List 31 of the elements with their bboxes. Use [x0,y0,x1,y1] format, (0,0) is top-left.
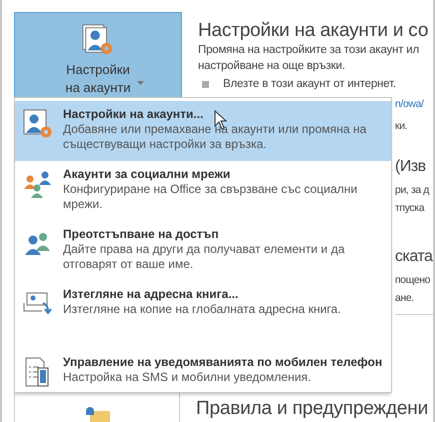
description-text: Промяна на настройките за този акаунт ил [198,43,420,58]
section-heading: Правила и предупреждени [195,398,428,421]
description-text: ри, за д [395,183,430,198]
menu-item-title: Управление на уведомяванията по мобилен телефон [63,355,382,370]
menu-item-title: Настройки на акаунти... [63,107,204,122]
menu-item[interactable]: Преотстъпване на достъп Дайте права на други да получават елементи и да отговарят от ваше име. [15,221,391,281]
menu-item-description: Настройка на SMS и мобилни уведомления. [63,370,311,385]
menu-item-description: Дайте права на други да получават елементи и да отговарят от ваше име. [63,242,346,272]
section-heading: Настройки на акаунти и со [198,20,430,42]
description-text: ки. [395,119,408,134]
caret-icon [137,81,144,85]
bullet-text: Влезте в този акаунт от интернет. [223,77,396,92]
section-heading: ската [395,247,433,267]
menu-item-title: Преотстъпване на достъп [63,227,219,242]
description-text: настройване на още връзки. [198,59,346,74]
account-settings-button[interactable]: Настройки на акаунти [14,12,182,98]
section-heading: (Изв [395,157,427,177]
menu-item-title: Акаунти за социални мрежи [63,167,230,182]
description-text: ане. [395,291,415,306]
link-text[interactable]: n/owa/ [395,96,433,112]
people-group-icon [23,169,53,199]
menu-item[interactable]: Изтегляне на адресна книга... Изтегляне на копие на глобалната адресна книга. [15,281,391,341]
account-gear-icon [23,109,53,139]
menu-item[interactable]: Акаунти за социални мрежи Конфигуриране на Office за свързване със социални мрежи. [15,161,391,221]
menu-item-description: Конфигуриране на Office за свързване със социални мрежи. [63,182,358,212]
menu-item[interactable]: Управление на уведомяванията по мобилен телефон Настройка на SMS и мобилни уведомления. [15,349,391,396]
menu-item-title: Изтегляне на адресна книга... [63,287,238,302]
bullet-icon [202,80,209,88]
description-text: тпуска [395,201,426,216]
description-text: пощено [395,273,432,288]
menu-item-description: Изтегляне на копие на глобалната адресна книга. [63,302,341,317]
